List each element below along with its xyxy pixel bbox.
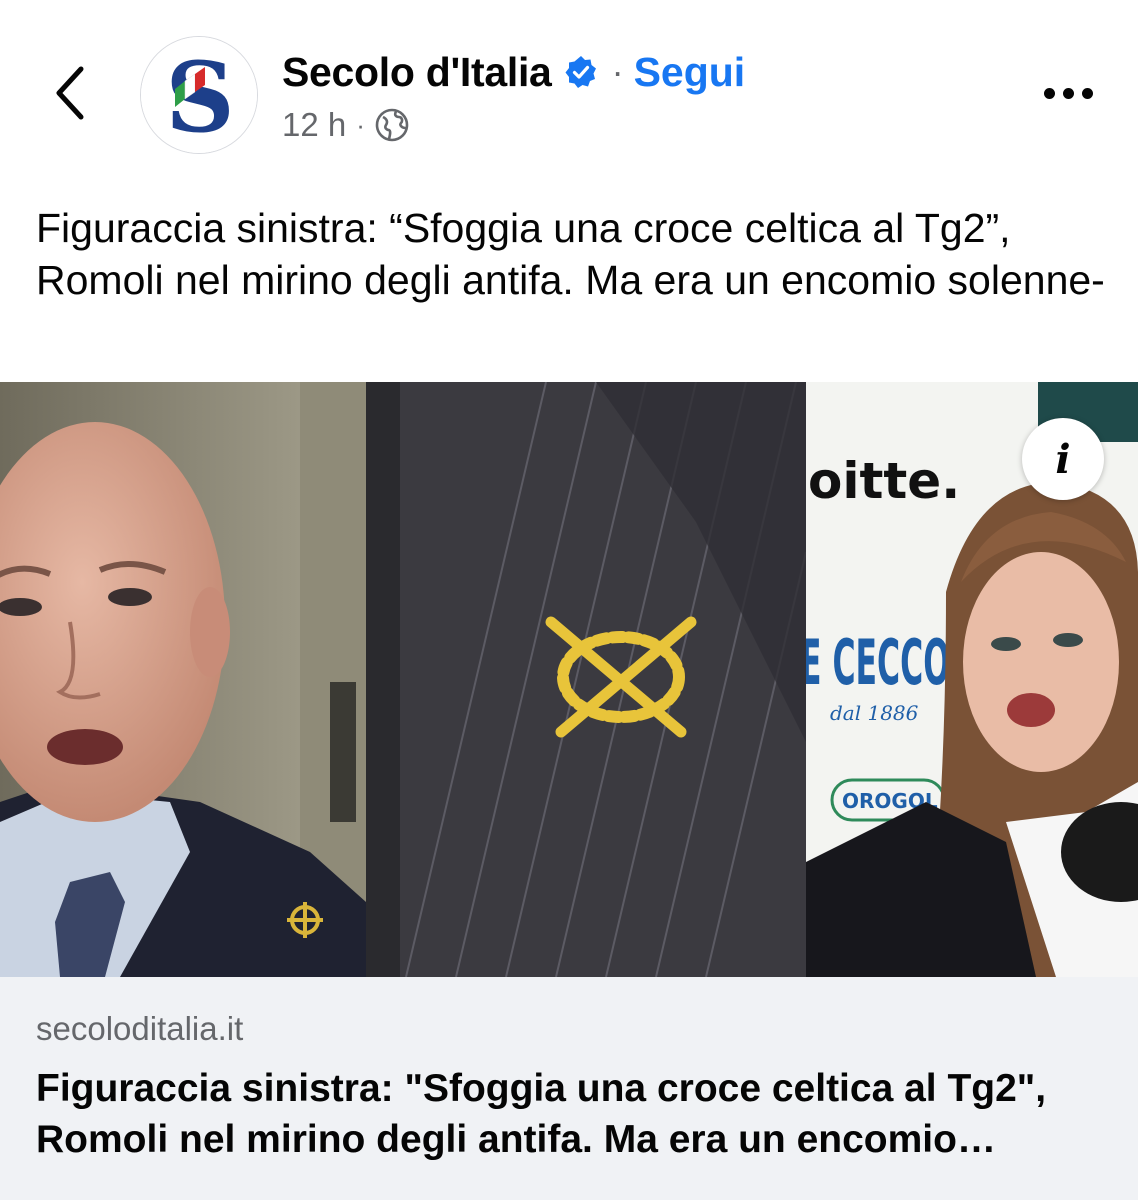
post-caption: Figuraccia sinistra: “Sfoggia una croce …	[36, 205, 1105, 303]
verified-badge-icon	[565, 56, 596, 88]
page-avatar[interactable]: S	[140, 36, 258, 154]
link-preview-image[interactable]: oitte. E CECCO dal 1886 OROGOL i	[0, 382, 1138, 977]
photo-man-panel	[0, 382, 366, 977]
globe-icon	[375, 108, 409, 142]
link-preview-card[interactable]: secoloditalia.it Figuraccia sinistra: "S…	[0, 977, 1138, 1200]
back-button[interactable]	[40, 58, 100, 128]
svg-text:oitte.: oitte.	[808, 452, 960, 510]
link-title: Figuraccia sinistra: "Sfoggia una croce …	[36, 1067, 1047, 1161]
info-button[interactable]: i	[1022, 418, 1104, 500]
photo-pin-closeup-panel	[366, 382, 806, 977]
post-header: Secolo d'Italia · Segui 12 h ·	[282, 44, 745, 148]
more-horizontal-icon	[1043, 87, 1055, 99]
separator-dot: ·	[611, 51, 624, 92]
post-view: S Secolo d'Italia · Segui 12 h · Figurac…	[0, 0, 1138, 1200]
meta-separator: ·	[356, 109, 365, 140]
more-options-button[interactable]	[1028, 70, 1108, 116]
secolo-logo: S	[141, 37, 257, 153]
post-time[interactable]: 12 h	[282, 106, 346, 144]
svg-text:E CECCO: E CECCO	[806, 626, 950, 699]
link-domain: secoloditalia.it	[36, 1010, 244, 1047]
info-icon: i	[1055, 435, 1071, 483]
follow-button[interactable]: Segui	[634, 49, 746, 96]
page-name[interactable]: Secolo d'Italia	[282, 49, 552, 96]
chevron-left-icon	[56, 66, 84, 120]
svg-text:dal 1886: dal 1886	[830, 701, 919, 725]
